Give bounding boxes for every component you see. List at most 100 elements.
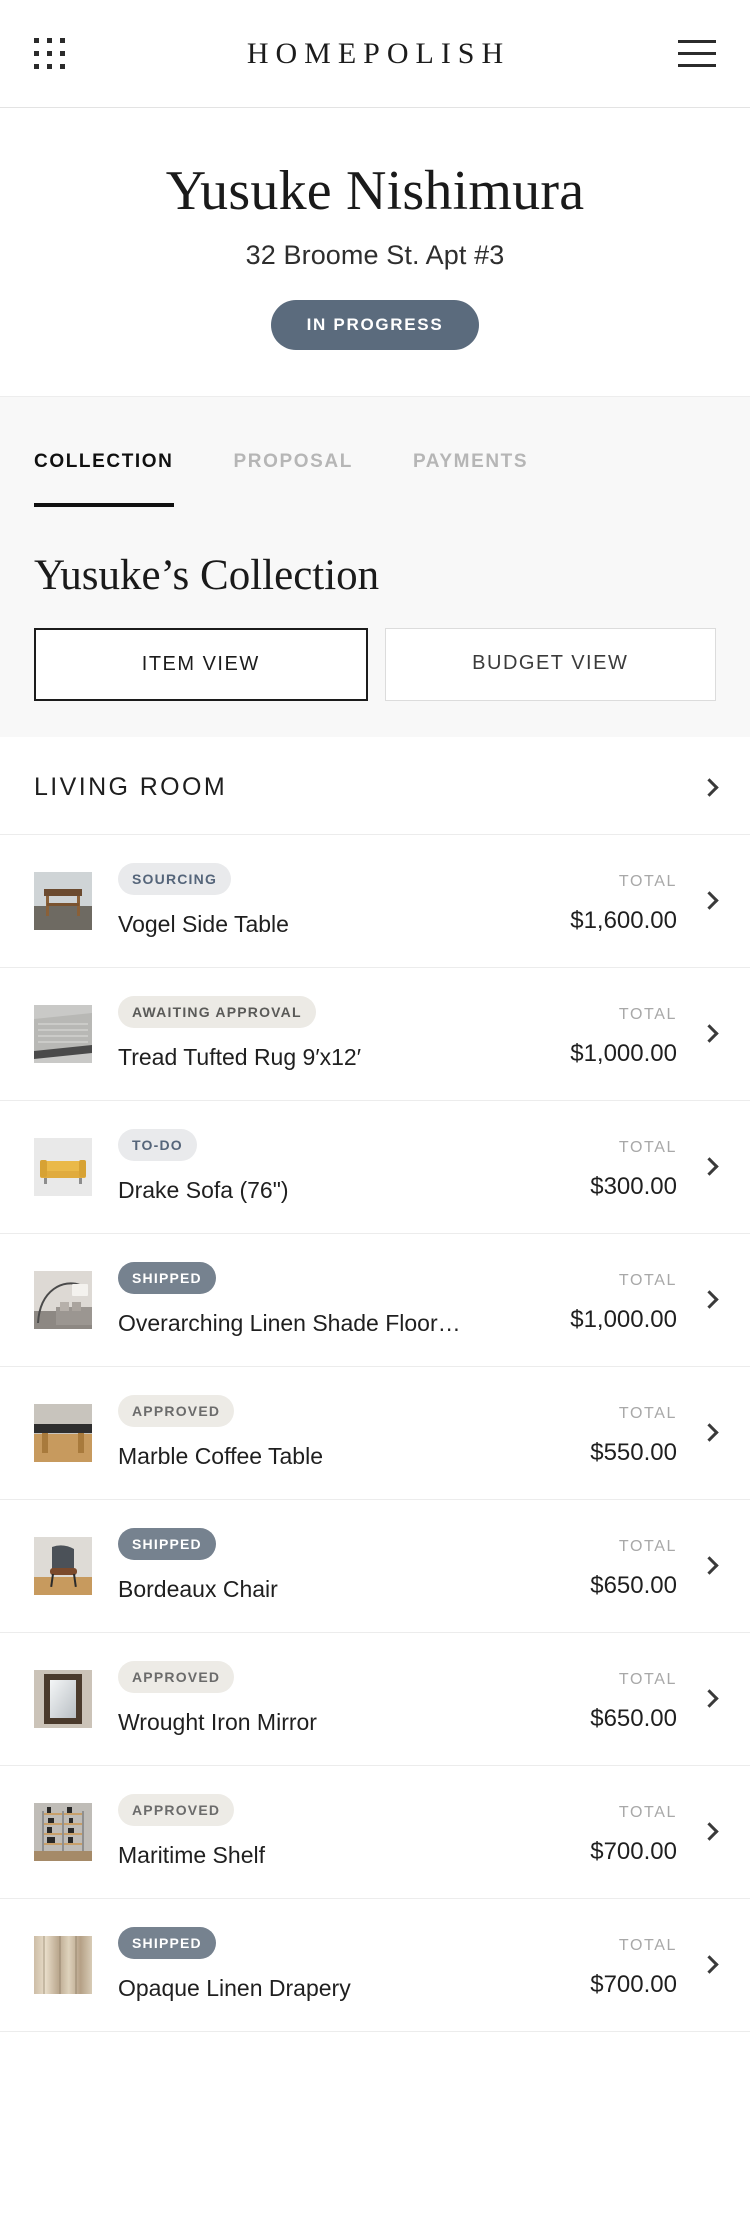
- item-name: Wrought Iron Mirror: [118, 1709, 317, 1736]
- item-total-label: TOTAL: [618, 1803, 677, 1821]
- item-main: SHIPPED Opaque Linen Drapery: [118, 1927, 590, 2002]
- hamburger-menu-icon[interactable]: [678, 40, 716, 67]
- item-status-badge: APPROVED: [118, 1395, 235, 1428]
- item-thumbnail: [34, 871, 92, 930]
- table-row[interactable]: SHIPPED Opaque Linen Drapery TOTAL $700.00: [0, 1898, 750, 2032]
- tab-collection[interactable]: COLLECTION: [34, 451, 174, 507]
- item-view-button[interactable]: ITEM VIEW: [34, 627, 368, 701]
- table-row[interactable]: TO-DO Drake Sofa (76") TOTAL $300.00: [0, 1100, 750, 1234]
- item-name: Drake Sofa (76"): [118, 1177, 289, 1204]
- item-total-block: TOTAL $300.00: [590, 1133, 677, 1201]
- chevron-right-icon[interactable]: [700, 1822, 719, 1842]
- item-total-block: TOTAL $650.00: [590, 1665, 677, 1733]
- item-status-badge: SOURCING: [118, 863, 232, 896]
- item-thumbnail: [34, 1536, 92, 1595]
- view-toggle-group: ITEM VIEW BUDGET VIEW: [0, 600, 750, 701]
- item-thumbnail: [34, 1004, 92, 1063]
- item-name: Maritime Shelf: [118, 1842, 265, 1869]
- item-main: SOURCING Vogel Side Table: [118, 863, 570, 938]
- budget-view-button[interactable]: BUDGET VIEW: [384, 627, 716, 701]
- item-status-badge: APPROVED: [118, 1794, 235, 1827]
- item-name: Tread Tufted Rug 9′x12′: [118, 1044, 362, 1071]
- item-status-badge: APPROVED: [118, 1661, 235, 1694]
- item-name: Bordeaux Chair: [118, 1576, 278, 1603]
- item-total-block: TOTAL $700.00: [590, 1798, 677, 1866]
- brand-logo[interactable]: HOMEPOLISH: [240, 37, 510, 71]
- item-total-value: $1,600.00: [570, 906, 677, 934]
- chevron-right-icon[interactable]: [700, 778, 719, 797]
- item-name: Opaque Linen Drapery: [118, 1975, 351, 2002]
- app-page: HOMEPOLISH Yusuke Nishimura 32 Broome St…: [0, 0, 750, 2238]
- chevron-right-icon[interactable]: [700, 1689, 719, 1709]
- tab-payments[interactable]: PAYMENTS: [413, 451, 528, 507]
- item-total-block: TOTAL $1,600.00: [570, 867, 677, 935]
- collection-band: COLLECTION PROPOSAL PAYMENTS Yusuke’s Co…: [0, 395, 750, 737]
- item-main: AWAITING APPROVAL Tread Tufted Rug 9′x12′: [118, 996, 570, 1071]
- item-total-value: $700.00: [590, 1837, 677, 1865]
- chevron-right-icon[interactable]: [700, 1556, 719, 1576]
- table-row[interactable]: APPROVED Maritime Shelf TOTAL $700.00: [0, 1765, 750, 1899]
- item-total-label: TOTAL: [618, 872, 677, 890]
- chevron-right-icon[interactable]: [700, 1290, 719, 1310]
- navbar-left: [34, 38, 104, 69]
- item-total-label: TOTAL: [618, 1271, 677, 1289]
- item-status-badge: AWAITING APPROVAL: [118, 996, 316, 1029]
- item-total-value: $1,000.00: [570, 1305, 677, 1333]
- item-main: APPROVED Marble Coffee Table: [118, 1395, 590, 1470]
- item-total-block: TOTAL $1,000.00: [570, 1266, 677, 1334]
- item-total-block: TOTAL $650.00: [590, 1532, 677, 1600]
- item-total-block: TOTAL $1,000.00: [570, 1000, 677, 1068]
- table-row[interactable]: SHIPPED Overarching Linen Shade Floor… TOT…: [0, 1233, 750, 1367]
- item-main: SHIPPED Overarching Linen Shade Floor…: [118, 1262, 570, 1337]
- item-thumbnail: [34, 1802, 92, 1861]
- item-main: TO-DO Drake Sofa (76"): [118, 1129, 590, 1204]
- item-status-badge: TO-DO: [118, 1129, 197, 1162]
- top-navbar: HOMEPOLISH: [0, 0, 750, 108]
- status-badge[interactable]: IN PROGRESS: [270, 299, 480, 350]
- table-row[interactable]: SOURCING Vogel Side Table TOTAL $1,600.00: [0, 834, 750, 968]
- item-total-value: $300.00: [590, 1172, 677, 1200]
- tab-proposal[interactable]: PROPOSAL: [234, 451, 353, 507]
- item-status-badge: SHIPPED: [118, 1927, 216, 1960]
- grid-apps-icon[interactable]: [34, 38, 65, 69]
- item-thumbnail: [34, 1669, 92, 1728]
- table-row[interactable]: APPROVED Wrought Iron Mirror TOTAL $650.00: [0, 1632, 750, 1766]
- item-total-label: TOTAL: [618, 1404, 677, 1422]
- client-hero: Yusuke Nishimura 32 Broome St. Apt #3 IN…: [0, 108, 750, 396]
- item-status-badge: SHIPPED: [118, 1262, 216, 1295]
- chevron-right-icon[interactable]: [700, 1157, 719, 1177]
- table-row[interactable]: APPROVED Marble Coffee Table TOTAL $550.00: [0, 1366, 750, 1500]
- item-main: APPROVED Maritime Shelf: [118, 1794, 590, 1869]
- item-total-block: TOTAL $700.00: [590, 1931, 677, 1999]
- item-thumbnail: [34, 1935, 92, 1994]
- item-thumbnail: [34, 1270, 92, 1329]
- navbar-center: HOMEPOLISH: [104, 37, 646, 71]
- item-name: Vogel Side Table: [118, 911, 289, 938]
- item-main: SHIPPED Bordeaux Chair: [118, 1528, 590, 1603]
- chevron-right-icon[interactable]: [700, 1423, 719, 1443]
- collection-title: Yusuke’s Collection: [34, 551, 380, 599]
- item-thumbnail: [34, 1403, 92, 1462]
- chevron-right-icon[interactable]: [700, 1955, 719, 1975]
- item-list: SOURCING Vogel Side Table TOTAL $1,600.00 AW…: [0, 834, 750, 2032]
- tab-bar: COLLECTION PROPOSAL PAYMENTS: [0, 397, 750, 507]
- chevron-right-icon[interactable]: [700, 891, 719, 911]
- room-name: LIVING ROOM: [34, 772, 228, 801]
- client-address: 32 Broome St. Apt #3: [245, 239, 505, 270]
- navbar-right: [646, 40, 716, 67]
- item-total-value: $550.00: [590, 1438, 677, 1466]
- table-row[interactable]: SHIPPED Bordeaux Chair TOTAL $650.00: [0, 1499, 750, 1633]
- item-total-value: $1,000.00: [570, 1039, 677, 1067]
- item-name: Overarching Linen Shade Floor…: [118, 1310, 461, 1337]
- item-total-value: $700.00: [590, 1970, 677, 1998]
- item-total-label: TOTAL: [618, 1537, 677, 1555]
- room-header-living-room[interactable]: LIVING ROOM: [0, 736, 750, 835]
- item-total-value: $650.00: [590, 1704, 677, 1732]
- item-total-label: TOTAL: [618, 1005, 677, 1023]
- chevron-right-icon[interactable]: [700, 1024, 719, 1044]
- item-name: Marble Coffee Table: [118, 1443, 324, 1470]
- table-row[interactable]: AWAITING APPROVAL Tread Tufted Rug 9′x12′…: [0, 967, 750, 1101]
- item-main: APPROVED Wrought Iron Mirror: [118, 1661, 590, 1736]
- item-total-label: TOTAL: [618, 1138, 677, 1156]
- item-total-label: TOTAL: [618, 1670, 677, 1688]
